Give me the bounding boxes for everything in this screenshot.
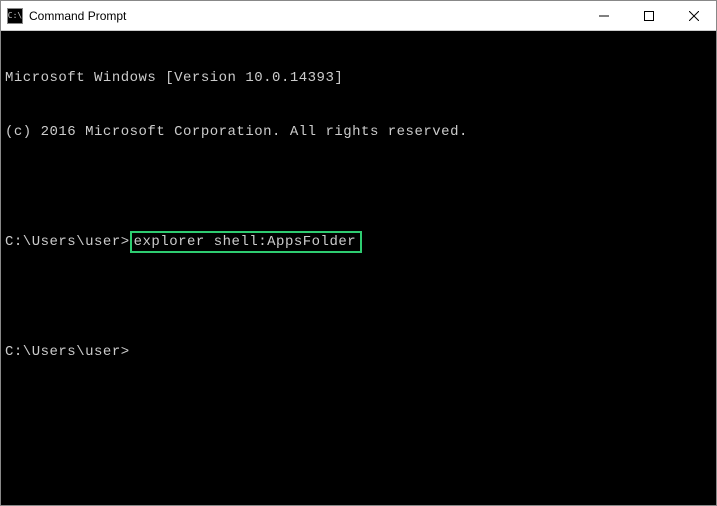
minimize-icon	[599, 11, 609, 21]
highlighted-command: explorer shell:AppsFolder	[130, 231, 363, 253]
terminal-prompt-line: C:\Users\user>explorer shell:AppsFolder	[5, 231, 712, 253]
cmd-icon: C:\	[7, 8, 23, 24]
window-title: Command Prompt	[29, 9, 581, 23]
cmd-icon-text: C:\	[8, 11, 22, 20]
maximize-icon	[644, 11, 654, 21]
close-icon	[689, 11, 699, 21]
window-titlebar: C:\ Command Prompt	[1, 1, 716, 31]
window-controls	[581, 1, 716, 30]
maximize-button[interactable]	[626, 1, 671, 30]
terminal-area[interactable]: Microsoft Windows [Version 10.0.14393] (…	[1, 31, 716, 381]
terminal-output-line: (c) 2016 Microsoft Corporation. All righ…	[5, 123, 712, 141]
terminal-command: explorer shell:AppsFolder	[134, 234, 357, 250]
close-button[interactable]	[671, 1, 716, 30]
minimize-button[interactable]	[581, 1, 626, 30]
terminal-prompt: C:\Users\user>	[5, 343, 712, 361]
terminal-output-line: Microsoft Windows [Version 10.0.14393]	[5, 69, 712, 87]
terminal-blank-line	[5, 289, 712, 307]
terminal-blank-line	[5, 177, 712, 195]
terminal-prompt: C:\Users\user>	[5, 233, 130, 251]
